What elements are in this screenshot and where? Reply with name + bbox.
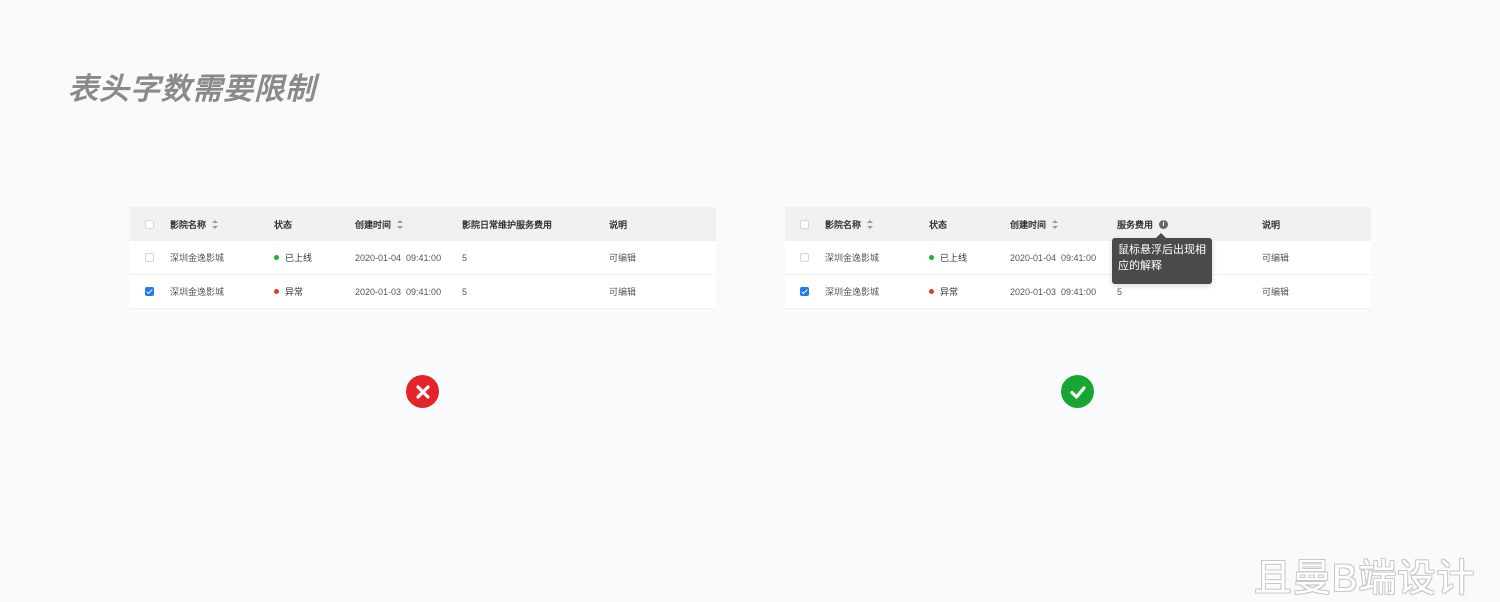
header-fee: 影院日常维护服务费用 xyxy=(462,219,553,230)
row-checkbox[interactable] xyxy=(145,287,154,296)
sort-icon[interactable] xyxy=(1052,219,1059,229)
sort-icon[interactable] xyxy=(867,219,874,229)
header-description: 说明 xyxy=(609,219,628,230)
check-circle-icon xyxy=(1061,375,1094,408)
cinema-name: 深圳金逸影城 xyxy=(825,287,880,297)
row-checkbox[interactable] xyxy=(800,253,809,262)
info-icon[interactable]: i xyxy=(1159,219,1169,229)
table-row[interactable]: 深圳金逸影城 异常 2020-01-03 09:41:00 5 可编辑 xyxy=(130,275,716,309)
sort-icon[interactable] xyxy=(397,219,404,229)
status-dot-icon xyxy=(929,255,934,260)
status-text: 已上线 xyxy=(285,253,313,263)
description: 可编辑 xyxy=(609,253,637,263)
header-cinema-name: 影院名称 xyxy=(825,219,862,230)
header-fee: 服务费用 xyxy=(1117,219,1154,230)
row-checkbox[interactable] xyxy=(800,287,809,296)
header-cinema-name: 影院名称 xyxy=(170,219,207,230)
status-dot-icon xyxy=(274,255,279,260)
status-dot-icon xyxy=(274,289,279,294)
row-checkbox[interactable] xyxy=(145,253,154,262)
fee-tooltip: 鼠标悬浮后出现相 应的解释 xyxy=(1112,233,1212,284)
cinema-name: 深圳金逸影城 xyxy=(825,253,880,263)
status-text: 已上线 xyxy=(940,253,968,263)
created-time: 2020-01-03 09:41:00 xyxy=(355,286,442,297)
status-text: 异常 xyxy=(285,287,304,297)
fee-value: 5 xyxy=(462,286,468,297)
description: 可编辑 xyxy=(609,287,637,297)
table-row[interactable]: 深圳金逸影城 已上线 2020-01-04 09:41:00 5 可编辑 xyxy=(130,241,716,275)
cinema-name: 深圳金逸影城 xyxy=(170,253,225,263)
sort-icon[interactable] xyxy=(212,219,219,229)
description: 可编辑 xyxy=(1262,287,1290,297)
good-example-table: 影院名称 状态 创建时间 服务费用 i 说明 深圳金逸影城 已上线 2020-01… xyxy=(785,207,1371,309)
description: 可编辑 xyxy=(1262,253,1290,263)
created-time: 2020-01-04 09:41:00 xyxy=(355,252,442,263)
created-time: 2020-01-04 09:41:00 xyxy=(1010,252,1097,263)
status-dot-icon xyxy=(929,289,934,294)
table-header-row: 影院名称 状态 创建时间 影院日常维护服务费用 说明 xyxy=(130,207,716,241)
status-text: 异常 xyxy=(940,287,959,297)
cinema-name: 深圳金逸影城 xyxy=(170,287,225,297)
header-description: 说明 xyxy=(1262,219,1281,230)
table-row[interactable]: 深圳金逸影城 异常 2020-01-03 09:41:00 5 可编辑 xyxy=(785,275,1371,309)
close-circle-icon xyxy=(406,375,439,408)
fee-value: 5 xyxy=(462,252,468,263)
table-header-row: 影院名称 状态 创建时间 服务费用 i 说明 xyxy=(785,207,1371,241)
bad-example-table: 影院名称 状态 创建时间 影院日常维护服务费用 说明 深圳金逸影城 已上线 20… xyxy=(130,207,716,309)
watermark: 且曼B端设计 xyxy=(1254,558,1476,600)
select-all-checkbox[interactable] xyxy=(145,219,154,229)
created-time: 2020-01-03 09:41:00 xyxy=(1010,286,1097,297)
header-created-time: 创建时间 xyxy=(1010,219,1047,230)
page-title: 表头字数需要限制 xyxy=(68,73,316,106)
header-created-time: 创建时间 xyxy=(355,219,392,230)
tooltip-line: 鼠标悬浮后出现相 xyxy=(1118,244,1206,256)
header-status: 状态 xyxy=(929,219,948,230)
header-status: 状态 xyxy=(274,219,293,230)
select-all-checkbox[interactable] xyxy=(800,219,809,229)
tooltip-line: 应的解释 xyxy=(1118,260,1162,272)
table-row[interactable]: 深圳金逸影城 已上线 2020-01-04 09:41:00 可编辑 xyxy=(785,241,1371,275)
fee-value: 5 xyxy=(1117,286,1123,297)
